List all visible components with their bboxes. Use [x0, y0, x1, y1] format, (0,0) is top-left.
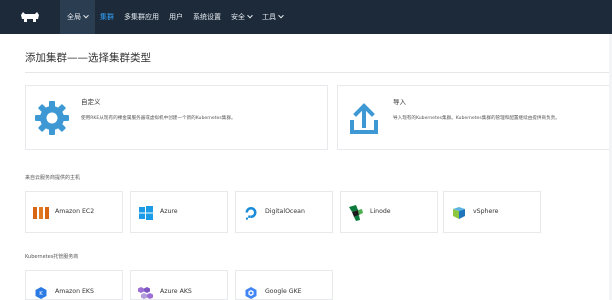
provider-linode[interactable]: Linode: [340, 191, 438, 233]
nav-users[interactable]: 用户: [164, 0, 188, 34]
custom-card-description: 使用RKE从现有的裸金属服务器或虚拟机中创建一个新的Kubernetes集群。: [81, 116, 236, 121]
provider-name: Azure: [160, 208, 178, 215]
upload-icon: [350, 102, 378, 134]
custom-card-title: 自定义: [81, 98, 101, 106]
nav-multi-cluster-apps[interactable]: 多集群应用: [119, 0, 164, 34]
gear-icon: [35, 100, 69, 135]
linode-icon: [349, 205, 363, 221]
page-title: 添加集群——选择集群类型: [25, 52, 151, 64]
provider-azure-aks[interactable]: Azure AKS: [130, 270, 228, 300]
google-gke-icon: [245, 287, 257, 299]
provider-name: Linode: [370, 208, 391, 215]
provider-name: Azure AKS: [160, 288, 192, 295]
rancher-logo-icon[interactable]: [0, 0, 60, 34]
amazon-ec2-icon: [33, 207, 49, 219]
top-nav-bar: 全局 集群 多集群应用 用户 系统设置 安全 工具: [0, 0, 612, 34]
chevron-down-icon: [278, 12, 284, 19]
provider-name: DigitalOcean: [265, 208, 305, 215]
import-card-description: 导入现有的Kubernetes集群。Kubernetes集群的管理和配置继续由提…: [393, 116, 560, 121]
nav-tools[interactable]: 工具: [257, 0, 288, 34]
amazon-eks-icon: K: [35, 287, 47, 299]
import-card-title: 导入: [393, 98, 406, 106]
chevron-down-icon: [247, 12, 253, 19]
svg-text:K: K: [39, 291, 43, 297]
nav-tools-label: 工具: [262, 13, 276, 21]
provider-amazon-ec2[interactable]: Amazon EC2: [25, 191, 123, 233]
digitalocean-icon: [245, 207, 257, 220]
nav-security-label: 安全: [231, 13, 245, 21]
vsphere-icon: [453, 207, 465, 219]
nav-global-label: 全局: [67, 13, 81, 21]
nav-settings[interactable]: 系统设置: [188, 0, 226, 34]
provider-amazon-eks[interactable]: K Amazon EKS: [25, 270, 123, 300]
nav-global[interactable]: 全局: [60, 0, 95, 34]
nav-multi-cluster-apps-label: 多集群应用: [124, 13, 159, 21]
nav-settings-label: 系统设置: [193, 13, 221, 21]
nav-users-label: 用户: [169, 13, 183, 21]
provider-google-gke[interactable]: Google GKE: [235, 270, 333, 300]
provider-azure[interactable]: Azure: [130, 191, 228, 233]
provider-vsphere[interactable]: vSphere: [443, 191, 541, 233]
azure-icon: [139, 206, 153, 220]
nav-clusters[interactable]: 集群: [95, 0, 119, 34]
provider-name: Amazon EC2: [55, 208, 95, 215]
azure-aks-icon: [138, 287, 153, 299]
provider-digitalocean[interactable]: DigitalOcean: [235, 191, 333, 233]
nav-security[interactable]: 安全: [226, 0, 257, 34]
provider-name: Google GKE: [265, 288, 302, 295]
provider-name: Amazon EKS: [55, 288, 94, 295]
hosted-providers-label: 来自云服务商提供的主机: [25, 175, 81, 181]
nav-clusters-label: 集群: [100, 13, 114, 21]
provider-name: vSphere: [473, 208, 499, 215]
import-cluster-card[interactable]: 导入 导入现有的Kubernetes集群。Kubernetes集群的管理和配置继…: [337, 85, 612, 150]
custom-cluster-card[interactable]: 自定义 使用RKE从现有的裸金属服务器或虚拟机中创建一个新的Kubernetes…: [25, 85, 328, 150]
chevron-down-icon: [83, 12, 89, 19]
title-divider: [25, 72, 612, 73]
managed-kubernetes-label: Kubernetes托管服务商: [25, 254, 79, 260]
